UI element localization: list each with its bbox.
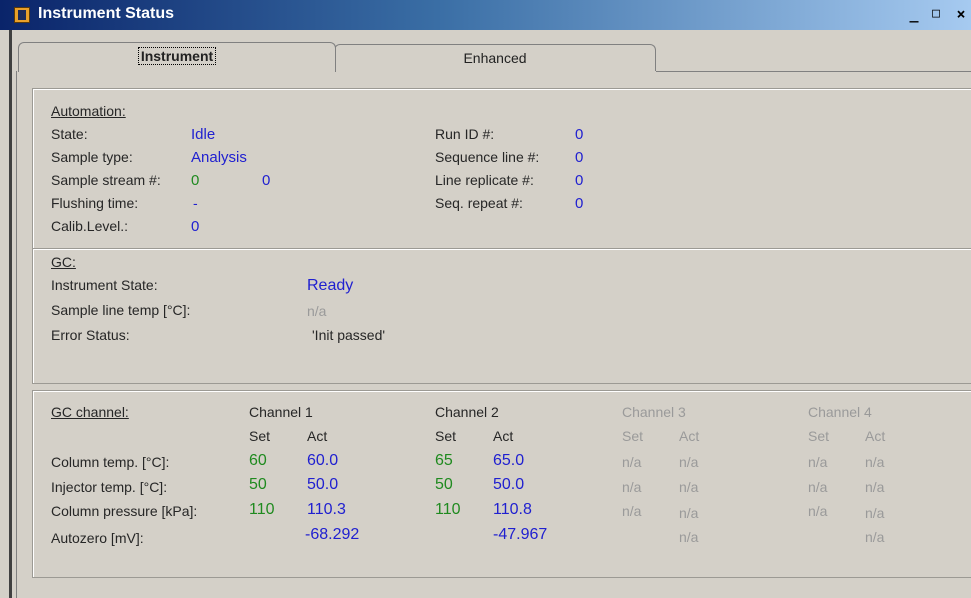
autozero-ch3-act: n/a xyxy=(679,529,699,545)
column-temp-ch4-set: n/a xyxy=(808,454,828,470)
autozero-ch4-act: n/a xyxy=(865,529,885,545)
tab-instrument[interactable]: Instrument xyxy=(18,42,336,72)
column-temp-ch3-set: n/a xyxy=(622,454,642,470)
sample-stream-value-2: 0 xyxy=(262,172,271,189)
line-replicate-label: Line replicate #: xyxy=(435,172,534,188)
instrument-state-label: Instrument State: xyxy=(51,277,158,293)
error-status-value: 'Init passed' xyxy=(312,327,386,343)
column-temp-label: Column temp. [°C]: xyxy=(51,454,170,470)
autozero-ch1-act: -68.292 xyxy=(305,526,360,543)
window-title: Instrument Status xyxy=(38,5,175,22)
column-pressure-ch3-act: n/a xyxy=(679,505,699,521)
channel-2-header: Channel 2 xyxy=(435,404,499,420)
injector-temp-label: Injector temp. [°C]: xyxy=(51,479,168,495)
calib-level-label: Calib.Level.: xyxy=(51,218,129,234)
title-bar: Instrument Status _ □ × xyxy=(0,0,971,30)
run-id-value: 0 xyxy=(575,126,584,143)
injector-temp-ch1-set: 50 xyxy=(249,476,267,493)
column-temp-ch2-set: 65 xyxy=(435,452,453,469)
line-replicate-value: 0 xyxy=(575,172,584,189)
column-pressure-ch3-set: n/a xyxy=(622,503,642,519)
app-icon xyxy=(14,7,30,23)
seq-repeat-label: Seq. repeat #: xyxy=(435,195,523,211)
column-temp-ch2-act: 65.0 xyxy=(493,452,525,469)
flushing-time-label: Flushing time: xyxy=(51,195,139,211)
injector-temp-ch4-act: n/a xyxy=(865,479,885,495)
state-value: Idle xyxy=(191,126,216,143)
sample-line-temp-value: n/a xyxy=(307,303,327,319)
channel-3-header: Channel 3 xyxy=(622,404,686,420)
maximize-button[interactable]: □ xyxy=(925,4,947,24)
ch2-set-header: Set xyxy=(435,428,457,444)
sequence-line-value: 0 xyxy=(575,149,584,166)
gc-header: GC: xyxy=(51,254,76,270)
column-pressure-ch4-act: n/a xyxy=(865,505,885,521)
ch3-set-header: Set xyxy=(622,428,644,444)
autozero-ch2-act: -47.967 xyxy=(493,526,548,543)
autozero-label: Autozero [mV]: xyxy=(51,530,144,546)
error-status-label: Error Status: xyxy=(51,327,130,343)
ch4-set-header: Set xyxy=(808,428,830,444)
seq-repeat-value: 0 xyxy=(575,195,584,212)
injector-temp-ch2-act: 50.0 xyxy=(493,476,525,493)
sample-stream-value: 0 xyxy=(191,172,200,189)
column-pressure-ch2-set: 110 xyxy=(435,501,461,518)
ch1-act-header: Act xyxy=(307,428,328,444)
column-pressure-label: Column pressure [kPa]: xyxy=(51,503,198,519)
ch4-act-header: Act xyxy=(865,428,886,444)
automation-panel xyxy=(32,88,971,249)
injector-temp-ch1-act: 50.0 xyxy=(307,476,339,493)
column-temp-ch1-set: 60 xyxy=(249,452,267,469)
automation-header: Automation: xyxy=(51,103,126,119)
instrument-state-value: Ready xyxy=(307,277,354,294)
sample-line-temp-label: Sample line temp [°C]: xyxy=(51,302,191,318)
sample-type-value: Analysis xyxy=(191,149,247,166)
ch2-act-header: Act xyxy=(493,428,514,444)
injector-temp-ch4-set: n/a xyxy=(808,479,828,495)
column-pressure-ch1-act: 110.3 xyxy=(307,501,346,518)
window-left-frame xyxy=(9,30,12,598)
column-pressure-ch4-set: n/a xyxy=(808,503,828,519)
sample-type-label: Sample type: xyxy=(51,149,133,165)
injector-temp-ch3-act: n/a xyxy=(679,479,699,495)
sequence-line-label: Sequence line #: xyxy=(435,149,540,165)
injector-temp-ch3-set: n/a xyxy=(622,479,642,495)
calib-level-value: 0 xyxy=(191,218,200,235)
sample-stream-label: Sample stream #: xyxy=(51,172,161,188)
minimize-button[interactable]: _ xyxy=(903,4,925,24)
close-button[interactable]: × xyxy=(950,4,971,24)
column-temp-ch1-act: 60.0 xyxy=(307,452,339,469)
injector-temp-ch2-set: 50 xyxy=(435,476,453,493)
channel-1-header: Channel 1 xyxy=(249,404,313,420)
column-pressure-ch2-act: 110.8 xyxy=(493,501,532,518)
column-temp-ch3-act: n/a xyxy=(679,454,699,470)
gc-channel-header: GC channel: xyxy=(51,404,129,420)
column-pressure-ch1-set: 110 xyxy=(249,501,275,518)
ch3-act-header: Act xyxy=(679,428,700,444)
run-id-label: Run ID #: xyxy=(435,126,495,142)
state-label: State: xyxy=(51,126,88,142)
channel-4-header: Channel 4 xyxy=(808,404,872,420)
ch1-set-header: Set xyxy=(249,428,271,444)
tab-enhanced[interactable]: Enhanced xyxy=(334,44,656,71)
flushing-time-value: - xyxy=(193,195,198,211)
column-temp-ch4-act: n/a xyxy=(865,454,885,470)
